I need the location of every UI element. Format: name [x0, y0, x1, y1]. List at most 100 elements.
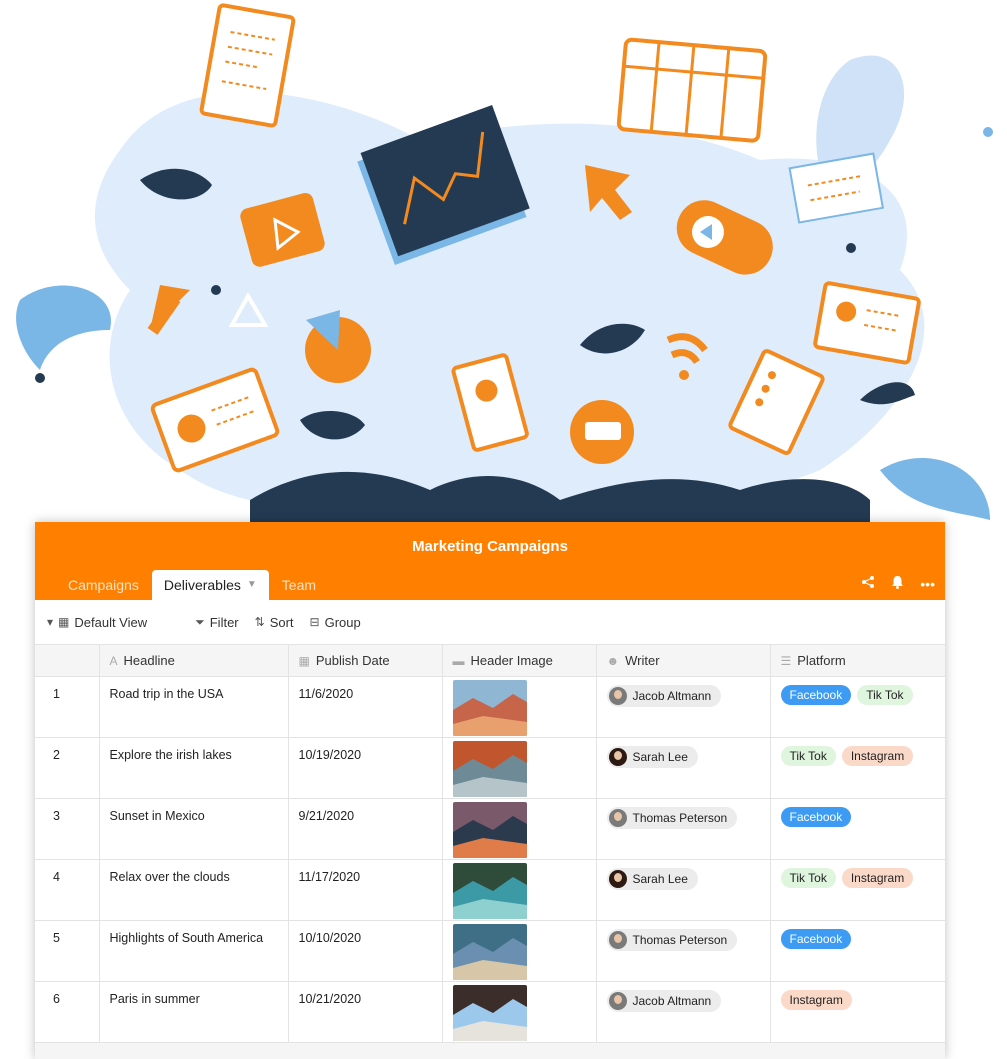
platform-tag[interactable]: Tik Tok [780, 746, 836, 766]
writer-cell[interactable]: Sarah Lee [596, 737, 771, 799]
calendar-icon: ▦ [298, 654, 310, 668]
grid-icon: ▦ [58, 615, 70, 629]
writer-cell[interactable]: Thomas Peterson [596, 920, 771, 982]
platform-cell[interactable]: Tik Tok Instagram [770, 859, 945, 921]
platform-tag[interactable]: Instagram [780, 990, 852, 1010]
tab-team[interactable]: Team [269, 570, 329, 600]
writer-cell[interactable]: Sarah Lee [596, 859, 771, 921]
sort-button[interactable]: ⇅ Sort [255, 615, 294, 630]
more-icon[interactable]: ••• [920, 576, 935, 592]
publish-date-cell[interactable]: 10/10/2020 [288, 920, 443, 982]
header-image-thumbnail[interactable] [452, 924, 527, 980]
header-image-cell[interactable] [442, 981, 597, 1043]
writer-chip[interactable]: Thomas Peterson [606, 929, 738, 951]
table-row[interactable]: 6 Paris in summer 10/21/2020 Jacob Altma… [35, 981, 945, 1043]
platform-tag[interactable]: Tik Tok [857, 685, 913, 705]
header-image-thumbnail[interactable] [452, 863, 527, 919]
writer-cell[interactable]: Jacob Altmann [596, 676, 771, 738]
header-publish-date[interactable]: ▦ Publish Date [288, 644, 443, 677]
header-image-thumbnail[interactable] [452, 680, 527, 736]
filter-icon: ⏷ [195, 614, 205, 629]
header-image-cell[interactable] [442, 859, 597, 921]
column-label: Writer [625, 653, 660, 668]
writer-chip[interactable]: Jacob Altmann [606, 685, 722, 707]
writer-chip[interactable]: Jacob Altmann [606, 990, 722, 1012]
header-image-cell[interactable] [442, 676, 597, 738]
writer-chip[interactable]: Sarah Lee [606, 746, 698, 768]
platform-tag[interactable]: Instagram [841, 868, 914, 888]
headline-cell[interactable]: Road trip in the USA [99, 676, 289, 738]
header-headline[interactable]: A Headline [99, 644, 289, 677]
writer-name: Sarah Lee [632, 750, 688, 764]
header-header-image[interactable]: ▬ Header Image [442, 644, 597, 677]
filter-label: Filter [209, 614, 239, 630]
share-icon[interactable] [861, 575, 875, 592]
platform-tag[interactable]: Facebook [780, 807, 852, 827]
header-platform[interactable]: ☰ Platform [770, 644, 945, 677]
header-image-thumbnail[interactable] [452, 985, 527, 1041]
list-icon: ☰ [780, 654, 792, 668]
view-label: Default View [74, 614, 148, 630]
caret-down-icon: ▾ [47, 615, 54, 629]
table-row[interactable]: 5 Highlights of South America 10/10/2020… [35, 920, 945, 982]
header-image-cell[interactable] [442, 798, 597, 860]
platform-cell[interactable]: Facebook [770, 798, 945, 860]
publish-date-cell[interactable]: 11/17/2020 [288, 859, 443, 921]
writer-cell[interactable]: Jacob Altmann [596, 981, 771, 1043]
platform-tag[interactable]: Facebook [780, 929, 852, 949]
header-writer[interactable]: ☻ Writer [596, 644, 771, 677]
platform-tag[interactable]: Instagram [841, 746, 914, 766]
group-button[interactable]: ⊟ Group [310, 615, 361, 630]
column-label: Headline [123, 653, 175, 668]
header-image-cell[interactable] [442, 920, 597, 982]
chevron-down-icon[interactable]: ▼ [247, 570, 257, 600]
avatar [608, 931, 627, 949]
header-image-thumbnail[interactable] [452, 741, 527, 797]
table-row[interactable]: 3 Sunset in Mexico 9/21/2020 Thomas Pete… [35, 798, 945, 860]
headline-cell[interactable]: Sunset in Mexico [99, 798, 289, 860]
hero-illustration [16, 3, 993, 530]
platform-cell[interactable]: Facebook Tik Tok [770, 676, 945, 738]
headline-cell[interactable]: Relax over the clouds [99, 859, 289, 921]
platform-cell[interactable]: Tik Tok Instagram [770, 737, 945, 799]
writer-name: Thomas Peterson [632, 933, 728, 947]
publish-date-cell[interactable]: 10/19/2020 [288, 737, 443, 799]
tab-deliverables[interactable]: Deliverables ▼ [151, 570, 269, 600]
platform-tag[interactable]: Tik Tok [780, 868, 836, 888]
headline-cell[interactable]: Highlights of South America [99, 920, 289, 982]
filter-button[interactable]: ⏷ Filter [195, 615, 239, 630]
view-selector[interactable]: ▾ ▦ Default View [47, 615, 147, 630]
writer-chip[interactable]: Sarah Lee [606, 868, 698, 890]
writer-cell[interactable]: Thomas Peterson [596, 798, 771, 860]
headline-cell[interactable]: Paris in summer [99, 981, 289, 1043]
group-label: Group [324, 614, 361, 630]
publish-date-cell[interactable]: 9/21/2020 [288, 798, 443, 860]
image-icon: ▬ [452, 654, 465, 668]
avatar [608, 687, 627, 705]
table-row[interactable]: 4 Relax over the clouds 11/17/2020 Sarah… [35, 859, 945, 921]
table-row[interactable]: 2 Explore the irish lakes 10/19/2020 Sar… [35, 737, 945, 799]
text-icon: A [109, 654, 118, 668]
table-header-row: A Headline ▦ Publish Date ▬ Header Image ☻ W… [35, 644, 945, 677]
platform-cell[interactable]: Facebook [770, 920, 945, 982]
sort-label: Sort [269, 614, 294, 630]
row-index: 1 [35, 676, 100, 738]
headline-cell[interactable]: Explore the irish lakes [99, 737, 289, 799]
platform-cell[interactable]: Instagram [770, 981, 945, 1043]
publish-date-cell[interactable]: 11/6/2020 [288, 676, 443, 738]
tab-campaigns[interactable]: Campaigns [55, 570, 152, 600]
platform-tag[interactable]: Facebook [780, 685, 852, 705]
column-label: Header Image [470, 653, 553, 668]
header-image-thumbnail[interactable] [452, 802, 527, 858]
header-image-cell[interactable] [442, 737, 597, 799]
publish-date-cell[interactable]: 10/21/2020 [288, 981, 443, 1043]
writer-name: Thomas Peterson [632, 811, 728, 825]
writer-chip[interactable]: Thomas Peterson [606, 807, 738, 829]
column-label: Publish Date [315, 653, 390, 668]
avatar [608, 992, 627, 1010]
row-index: 3 [35, 798, 100, 860]
row-index: 4 [35, 859, 100, 921]
bell-icon[interactable] [891, 575, 904, 592]
table-row[interactable]: 1 Road trip in the USA 11/6/2020 Jacob A… [35, 676, 945, 738]
app-window: Marketing Campaigns Campaigns Deliverabl… [35, 522, 945, 1059]
